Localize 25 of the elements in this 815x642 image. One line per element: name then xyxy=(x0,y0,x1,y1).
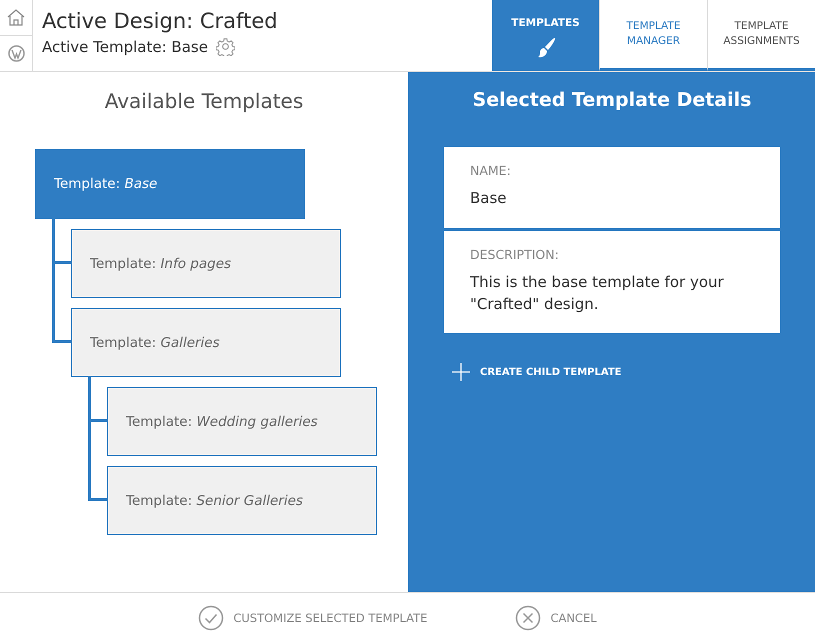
field-value: Base xyxy=(470,188,508,209)
tab[interactable]: TEMPLATES xyxy=(492,0,599,71)
cancel-button[interactable]: CANCEL xyxy=(515,604,597,630)
tab[interactable]: TEMPLATE MANAGER xyxy=(599,0,707,71)
template-node[interactable]: Template: Wedding galleries xyxy=(107,387,377,456)
active-template-label: Active Template: Base xyxy=(42,38,208,56)
available-templates-heading: Available Templates xyxy=(104,89,304,113)
wordpress-icon[interactable] xyxy=(8,45,24,62)
home-icon[interactable] xyxy=(7,9,25,26)
design-title: Active Design: Crafted xyxy=(42,9,279,33)
field-value: This is the base template for your "Crafted" design. xyxy=(470,272,725,314)
create-child-template-button[interactable]: CREATE CHILD TEMPLATE xyxy=(452,363,622,382)
field-label: DESCRIPTION: xyxy=(470,246,560,262)
template-node[interactable]: Template: Base xyxy=(35,149,305,219)
details-heading: Selected Template Details xyxy=(472,89,752,111)
close-icon xyxy=(515,604,542,630)
template-node[interactable]: Template: Galleries xyxy=(71,308,341,377)
customize-button[interactable]: CUSTOMIZE SELECTED TEMPLATE xyxy=(198,604,428,630)
checkmark-icon xyxy=(198,604,224,630)
template-node[interactable]: Template: Info pages xyxy=(71,229,341,298)
settings-icon[interactable] xyxy=(216,37,235,56)
tab[interactable]: TEMPLATE ASSIGNMENTS xyxy=(707,0,815,71)
plus-icon xyxy=(452,363,470,382)
template-node[interactable]: Template: Senior Galleries xyxy=(107,466,377,535)
field-label: NAME: xyxy=(470,163,512,178)
